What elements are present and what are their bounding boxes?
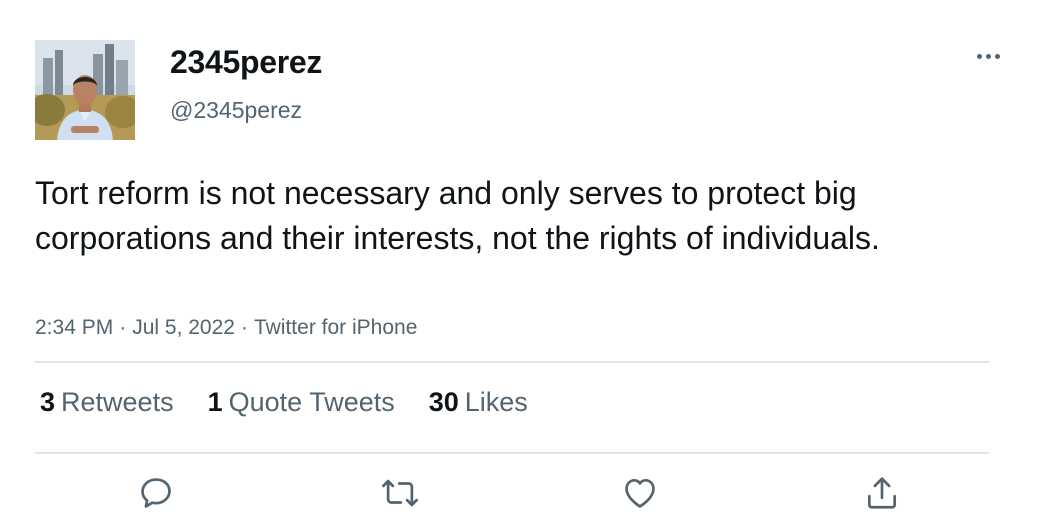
reply-button[interactable] [133,470,179,516]
action-bar [0,470,1050,520]
likes-count: 30 [428,387,459,417]
dot [976,53,982,59]
reply-icon [141,478,171,508]
like-icon [625,478,655,508]
retweets-count: 3 [40,387,56,417]
likes-stat[interactable]: 30 Likes [429,387,528,418]
more-options-icon[interactable] [970,44,1006,68]
quote-tweets-label: Quote Tweets [228,387,395,417]
dot [994,53,1000,59]
separator: · [240,316,248,339]
display-name[interactable]: 2345perez [170,44,322,81]
retweet-icon [382,479,418,507]
separator: · [119,316,127,339]
dot [985,53,991,59]
divider [35,361,989,363]
like-button[interactable] [617,470,663,516]
share-button[interactable] [859,470,905,516]
tweet-text: Tort reform is not necessary and only se… [35,175,880,256]
quote-tweets-count: 1 [207,387,223,417]
tweet-meta: 2:34 PM · Jul 5, 2022 · Twitter for iPhone [35,316,417,340]
tweet-source[interactable]: Twitter for iPhone [254,316,417,339]
share-icon [867,477,897,509]
avatar[interactable] [35,40,135,140]
likes-label: Likes [464,387,528,417]
tweet-time[interactable]: 2:34 PM [35,316,113,339]
retweets-stat[interactable]: 3 Retweets [40,387,174,418]
user-handle[interactable]: @2345perez [170,97,302,124]
retweets-label: Retweets [61,387,174,417]
tweet-date[interactable]: Jul 5, 2022 [132,316,235,339]
engagement-stats: 3 Retweets 1 Quote Tweets 30 Likes [40,387,528,418]
divider [35,452,989,454]
tweet-card: 2345perez @2345perez Tort reform is not … [0,0,1050,525]
avatar-photo [35,40,135,140]
retweet-button[interactable] [377,470,423,516]
quote-tweets-stat[interactable]: 1 Quote Tweets [208,387,395,418]
